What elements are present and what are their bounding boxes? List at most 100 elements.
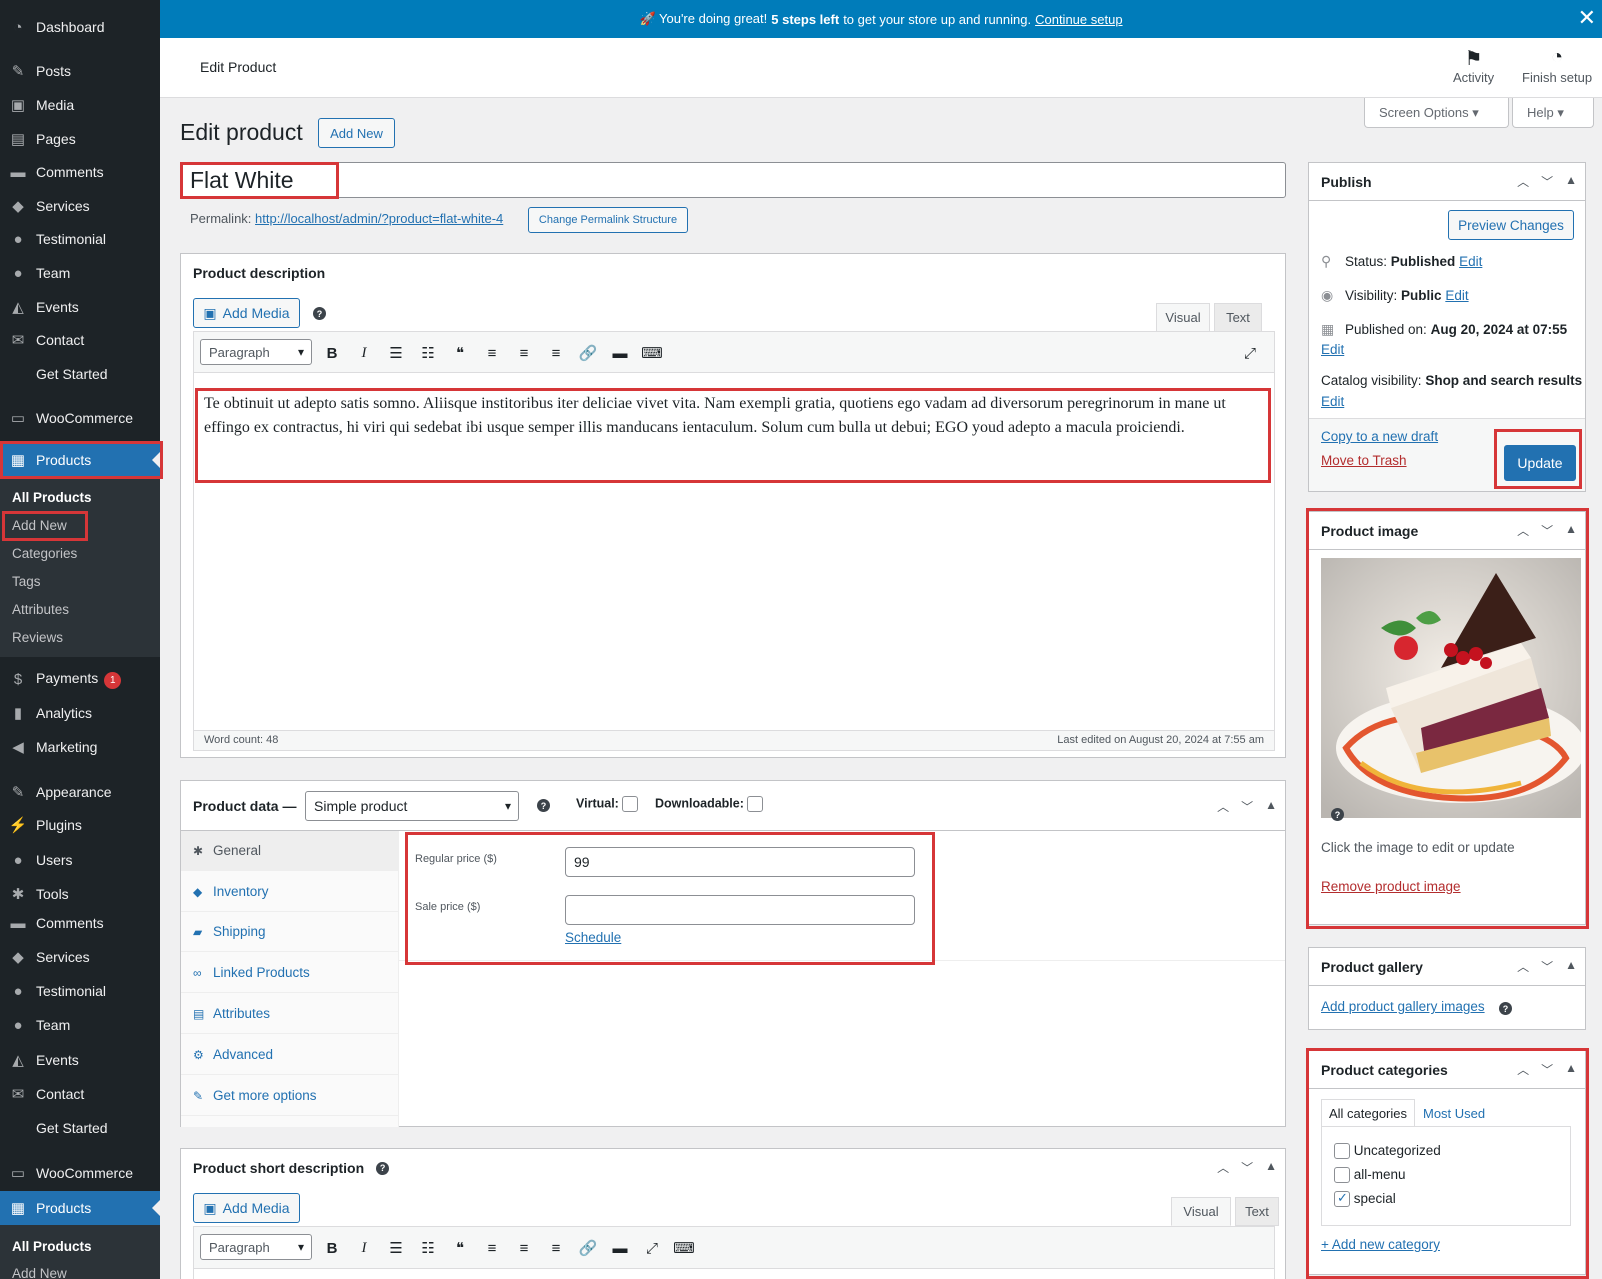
- help-icon[interactable]: ?: [1331, 808, 1344, 821]
- submenu-add-new[interactable]: Add New: [12, 518, 67, 533]
- italic-icon[interactable]: I: [348, 339, 380, 367]
- submenu-attributes[interactable]: Attributes: [12, 602, 69, 617]
- align-center-icon[interactable]: ≡: [508, 1234, 540, 1262]
- tab-linked-products[interactable]: ∞ Linked Products: [181, 953, 398, 993]
- toggle-icon[interactable]: ▲: [1565, 522, 1577, 539]
- sidebar-item-contact[interactable]: ✉ Contact: [0, 323, 160, 357]
- tab-get-more-options[interactable]: ✎ Get more options: [181, 1076, 398, 1116]
- chevron-up-icon[interactable]: ︿: [1517, 958, 1529, 975]
- product-title-input[interactable]: Flat White: [180, 162, 1286, 198]
- toggle-icon[interactable]: ▲: [1265, 1159, 1277, 1176]
- align-left-icon[interactable]: ≡: [476, 339, 508, 367]
- sidebar-item-payments[interactable]: $ Payments 1: [0, 662, 160, 696]
- add-new-button[interactable]: Add New: [318, 118, 395, 148]
- tab-attributes[interactable]: ▤ Attributes: [181, 994, 398, 1034]
- description-content[interactable]: Te obtinuit ut adepto satis somno. Aliis…: [204, 392, 1244, 440]
- chevron-down-icon[interactable]: ﹀: [1241, 1159, 1253, 1176]
- sidebar-item-contact-2[interactable]: ✉ Contact: [0, 1077, 160, 1111]
- sidebar-item-woocommerce-2[interactable]: ▭ WooCommerce: [0, 1156, 160, 1190]
- help-icon[interactable]: ?: [313, 307, 326, 320]
- tab-text[interactable]: Text: [1214, 303, 1262, 332]
- sidebar-item-events[interactable]: ◭ Events: [0, 290, 160, 324]
- update-button[interactable]: Update: [1504, 445, 1576, 481]
- add-media-button[interactable]: ▣ Add Media: [193, 1193, 300, 1223]
- toggle-icon[interactable]: ▲: [1565, 958, 1577, 975]
- submenu-tags[interactable]: Tags: [12, 574, 41, 589]
- chevron-up-icon[interactable]: ︿: [1517, 1061, 1529, 1078]
- edit-date-link[interactable]: Edit: [1321, 342, 1344, 357]
- virtual-checkbox[interactable]: [622, 796, 639, 812]
- edit-status-link[interactable]: Edit: [1459, 254, 1482, 269]
- sidebar-item-posts[interactable]: ✎ Posts: [0, 54, 160, 88]
- add-gallery-images-link[interactable]: Add product gallery images: [1321, 999, 1485, 1014]
- chevron-up-icon[interactable]: ︿: [1517, 522, 1529, 539]
- link-icon[interactable]: 🔗: [572, 1234, 604, 1262]
- fullscreen-icon[interactable]: ⤢: [1234, 339, 1266, 367]
- align-left-icon[interactable]: ≡: [476, 1234, 508, 1262]
- submenu-all-products[interactable]: All Products: [12, 490, 92, 505]
- sidebar-item-get-started-2[interactable]: Get Started: [0, 1111, 160, 1145]
- help-button[interactable]: Help ▾: [1512, 98, 1594, 128]
- numbered-list-icon[interactable]: ☷: [412, 1234, 444, 1262]
- sidebar-item-testimonial[interactable]: ● Testimonial: [0, 222, 160, 256]
- submenu-categories[interactable]: Categories: [12, 546, 77, 561]
- help-icon[interactable]: ?: [537, 799, 550, 812]
- tab-visual[interactable]: Visual: [1156, 303, 1210, 332]
- product-type-select[interactable]: Simple product: [305, 791, 519, 821]
- submenu-reviews[interactable]: Reviews: [12, 630, 63, 645]
- sidebar-item-marketing[interactable]: ◀ Marketing: [0, 730, 160, 764]
- chevron-down-icon[interactable]: ﹀: [1241, 798, 1253, 815]
- link-icon[interactable]: 🔗: [572, 339, 604, 367]
- numbered-list-icon[interactable]: ☷: [412, 339, 444, 367]
- align-right-icon[interactable]: ≡: [540, 339, 572, 367]
- read-more-icon[interactable]: ▬: [604, 1234, 636, 1262]
- move-to-trash-link[interactable]: Move to Trash: [1321, 453, 1407, 468]
- preview-changes-button[interactable]: Preview Changes: [1448, 210, 1574, 240]
- bold-icon[interactable]: B: [316, 1234, 348, 1262]
- help-icon[interactable]: ?: [1499, 1002, 1512, 1015]
- read-more-icon[interactable]: ▬: [604, 339, 636, 367]
- fullscreen-icon[interactable]: ⤢: [636, 1234, 668, 1262]
- sidebar-item-comments[interactable]: ▬ Comments: [0, 155, 160, 189]
- toolbar-toggle-icon[interactable]: ⌨: [636, 339, 668, 367]
- remove-product-image-link[interactable]: Remove product image: [1321, 879, 1461, 894]
- permalink-link[interactable]: http://localhost/admin/?product=flat-whi…: [255, 211, 503, 226]
- finish-setup-button[interactable]: ◔ Finish setup: [1522, 46, 1592, 85]
- category-checkbox[interactable]: [1334, 1143, 1350, 1160]
- chevron-up-icon[interactable]: ︿: [1217, 1159, 1229, 1176]
- change-permalink-button[interactable]: Change Permalink Structure: [528, 207, 688, 233]
- tab-all-categories[interactable]: All categories: [1321, 1099, 1415, 1127]
- chevron-up-icon[interactable]: ︿: [1517, 173, 1529, 190]
- edit-visibility-link[interactable]: Edit: [1445, 288, 1468, 303]
- bold-icon[interactable]: B: [316, 339, 348, 367]
- downloadable-checkbox[interactable]: [747, 796, 764, 812]
- sidebar-item-comments-2[interactable]: ▬ Comments: [0, 906, 160, 940]
- screen-options-button[interactable]: Screen Options ▾: [1364, 98, 1509, 128]
- sidebar-item-users[interactable]: ● Users: [0, 843, 160, 877]
- sidebar-item-woocommerce[interactable]: ▭ WooCommerce: [0, 401, 160, 435]
- quote-icon[interactable]: ❝: [444, 1234, 476, 1262]
- tab-inventory[interactable]: ◆ Inventory: [181, 872, 398, 912]
- toggle-icon[interactable]: ▲: [1565, 1061, 1577, 1078]
- close-icon[interactable]: ✕: [1578, 7, 1596, 29]
- copy-draft-link[interactable]: Copy to a new draft: [1321, 429, 1438, 444]
- chevron-down-icon[interactable]: ﹀: [1541, 958, 1553, 975]
- submenu-add-new-2[interactable]: Add New: [12, 1266, 67, 1279]
- add-media-button[interactable]: ▣ Add Media: [193, 298, 300, 328]
- tab-text[interactable]: Text: [1235, 1197, 1279, 1226]
- align-right-icon[interactable]: ≡: [540, 1234, 572, 1262]
- tab-most-used[interactable]: Most Used: [1423, 1106, 1485, 1121]
- sidebar-item-testimonial-2[interactable]: ● Testimonial: [0, 974, 160, 1008]
- schedule-link[interactable]: Schedule: [565, 930, 621, 945]
- sidebar-item-get-started[interactable]: Get Started: [0, 357, 160, 391]
- chevron-down-icon[interactable]: ﹀: [1541, 522, 1553, 539]
- submenu-all-products-2[interactable]: All Products: [12, 1239, 92, 1254]
- toggle-icon[interactable]: ▲: [1565, 173, 1577, 190]
- sale-price-input[interactable]: [565, 895, 915, 925]
- align-center-icon[interactable]: ≡: [508, 339, 540, 367]
- chevron-down-icon[interactable]: ﹀: [1541, 173, 1553, 190]
- tab-shipping[interactable]: ▰ Shipping: [181, 912, 398, 952]
- sidebar-item-services[interactable]: ◆ Services: [0, 189, 160, 223]
- sidebar-item-plugins[interactable]: ⚡ Plugins: [0, 808, 160, 842]
- format-select[interactable]: Paragraph: [200, 1234, 312, 1260]
